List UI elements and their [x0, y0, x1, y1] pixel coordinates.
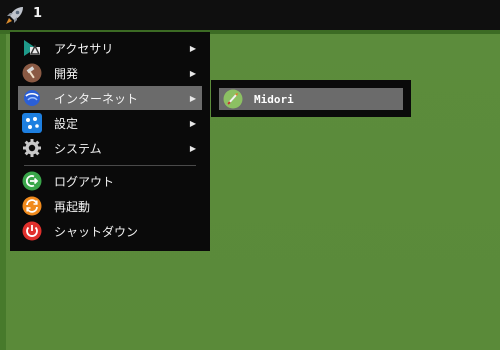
submenu-arrow-icon: ▶: [189, 143, 196, 153]
globe-icon: [22, 88, 42, 108]
menu-item-label: 設定: [54, 116, 79, 131]
submenu-item-label: Midori: [254, 92, 294, 106]
menu-item-restart[interactable]: 再起動: [18, 194, 202, 218]
menu-item-logout[interactable]: ログアウト: [18, 169, 202, 193]
menu-item-label: システム: [54, 141, 102, 156]
menu-item-label: ログアウト: [54, 174, 115, 189]
menu-item-shutdown[interactable]: シャットダウン: [18, 219, 202, 243]
submenu-arrow-icon: ▶: [189, 68, 196, 78]
gear-icon: [22, 138, 42, 158]
menu-item-system[interactable]: システム ▶: [18, 136, 202, 160]
workspace-indicator[interactable]: 1: [33, 6, 42, 21]
hammer-icon: [22, 63, 42, 83]
menu-item-label: インターネット: [54, 91, 139, 106]
desktop-panel-edge: [0, 31, 6, 350]
menu-item-accessories[interactable]: アクセサリ ▶: [18, 36, 202, 60]
power-icon: [22, 221, 42, 241]
internet-submenu: Midori: [211, 80, 411, 117]
restart-icon: [22, 196, 42, 216]
rocket-icon[interactable]: [4, 4, 26, 26]
logout-icon: [22, 171, 42, 191]
midori-icon: [223, 89, 243, 109]
menu-item-label: シャットダウン: [54, 224, 139, 239]
menu-item-label: アクセサリ: [54, 41, 114, 56]
submenu-arrow-icon: ▶: [189, 93, 196, 103]
settings-icon: [22, 113, 42, 133]
menu-item-settings[interactable]: 設定 ▶: [18, 111, 202, 135]
application-menu: アクセサリ ▶ 開発 ▶ インターネット ▶ 設定 ▶ システム ▶ ログアウト…: [10, 32, 210, 251]
submenu-arrow-icon: ▶: [189, 118, 196, 128]
menu-item-internet[interactable]: インターネット ▶: [18, 86, 202, 110]
taskbar: 1: [0, 0, 500, 34]
submenu-arrow-icon: ▶: [189, 43, 196, 53]
menu-item-label: 再起動: [54, 199, 91, 214]
accessories-icon: [22, 38, 42, 58]
submenu-item-midori[interactable]: Midori: [219, 88, 403, 110]
menu-separator: [24, 165, 196, 166]
menu-item-development[interactable]: 開発 ▶: [18, 61, 202, 85]
menu-item-label: 開発: [54, 66, 79, 81]
